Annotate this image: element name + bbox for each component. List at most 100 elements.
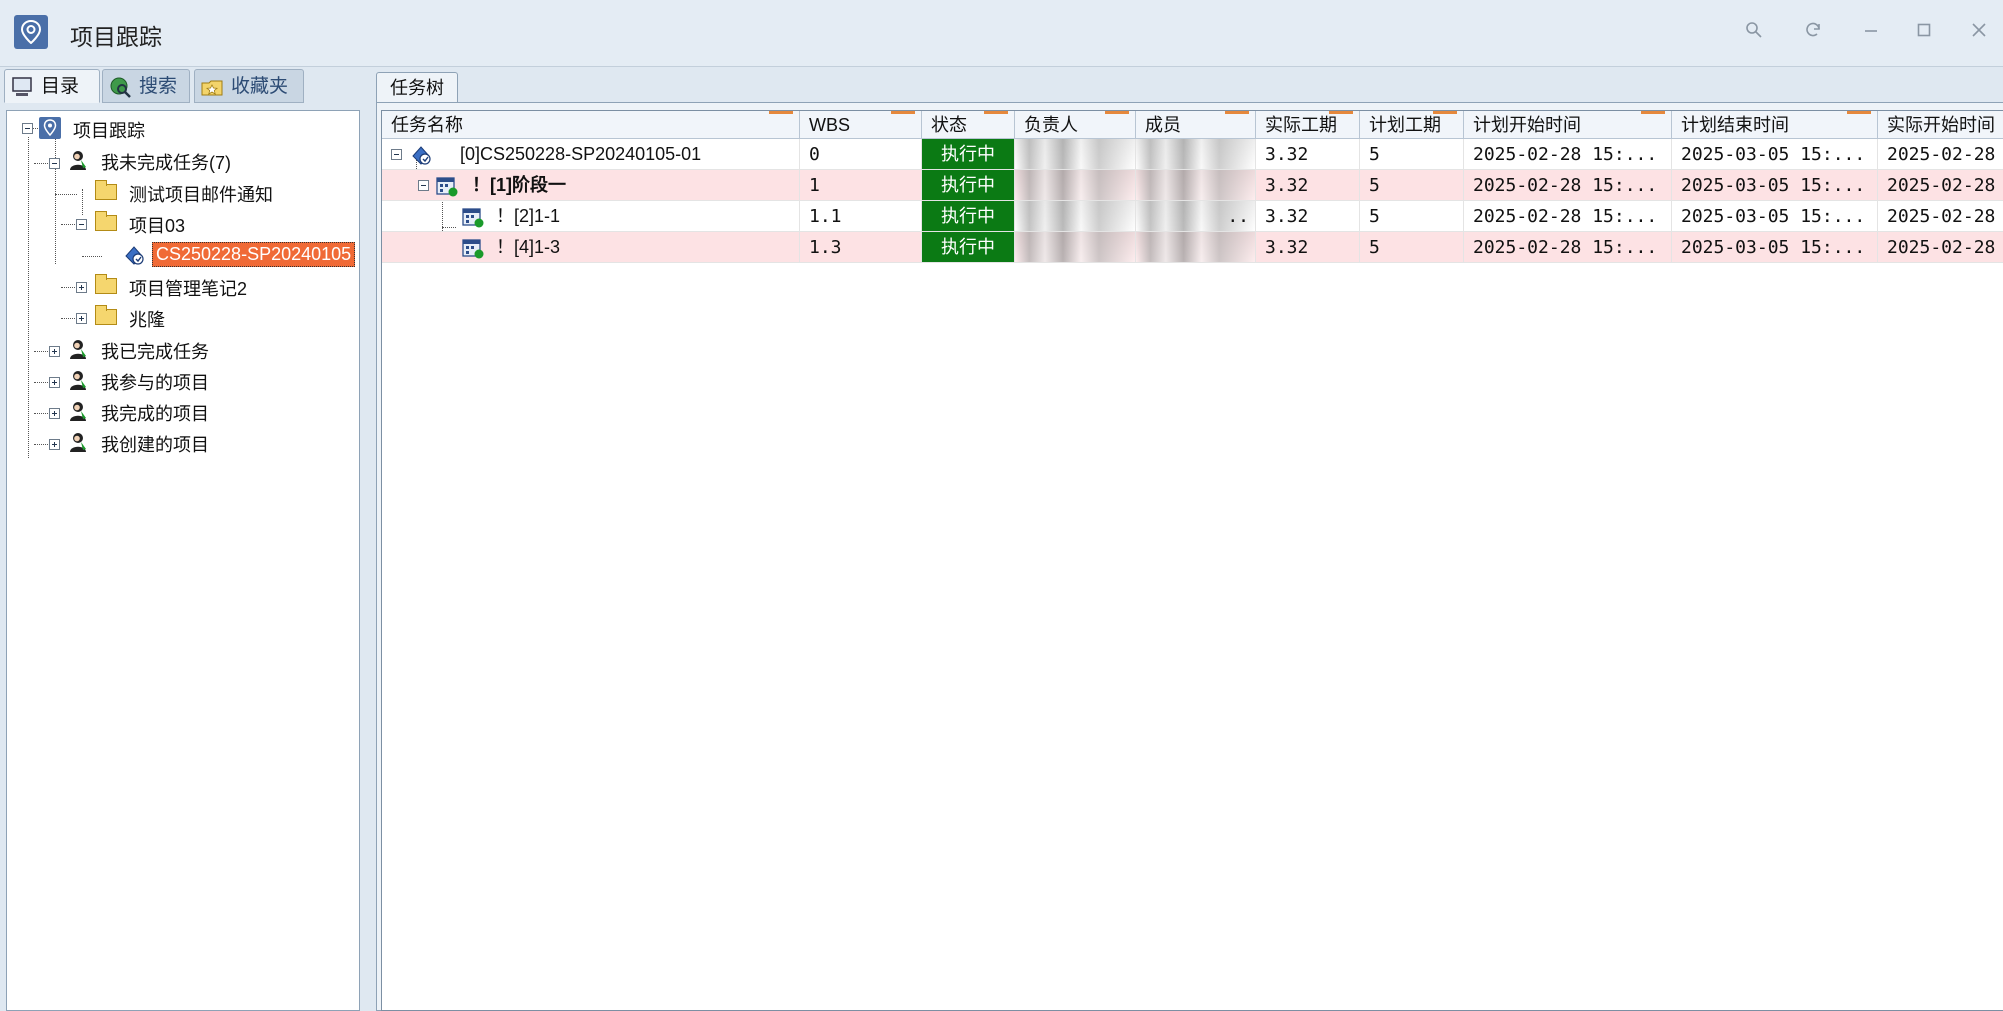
planned-duration-cell: 5 bbox=[1360, 170, 1464, 201]
close-button[interactable] bbox=[1961, 14, 1997, 44]
expand-toggle[interactable] bbox=[49, 439, 60, 450]
tab-directory-label: 目录 bbox=[41, 76, 80, 97]
search-button[interactable] bbox=[1736, 14, 1772, 44]
plan-end-cell: 2025-03-05 15:... bbox=[1672, 232, 1878, 263]
person-icon bbox=[70, 340, 86, 359]
planned-duration-cell: 5 bbox=[1360, 232, 1464, 263]
expand-toggle[interactable] bbox=[76, 313, 87, 324]
plan-start-cell: 2025-02-28 15:... bbox=[1464, 139, 1672, 170]
expand-toggle[interactable] bbox=[49, 346, 60, 357]
members-cell bbox=[1136, 139, 1256, 170]
right-tab-strip: 任务树 bbox=[376, 70, 2003, 103]
expand-toggle[interactable] bbox=[49, 158, 60, 169]
sort-indicator bbox=[1329, 111, 1353, 114]
members-cell bbox=[1136, 232, 1256, 263]
expand-toggle-root[interactable] bbox=[22, 123, 33, 134]
task-name: ！[2]1-1 bbox=[496, 206, 561, 226]
sort-indicator bbox=[984, 111, 1008, 114]
members-cell: .. bbox=[1136, 201, 1256, 232]
minimize-icon bbox=[1865, 30, 1877, 32]
tab-task-tree[interactable]: 任务树 bbox=[376, 72, 458, 103]
tree-node-label: 我参与的项目 bbox=[101, 373, 209, 393]
refresh-button[interactable] bbox=[1795, 14, 1831, 44]
tree-node-label: 项目管理笔记2 bbox=[129, 279, 248, 299]
title-bar: 项目跟踪 bbox=[0, 0, 2003, 67]
column-header-actual-duration[interactable]: 实际工期 bbox=[1256, 111, 1360, 139]
expand-toggle[interactable] bbox=[49, 408, 60, 419]
wbs-cell: 1.1 bbox=[800, 201, 922, 232]
globe-search-icon bbox=[110, 77, 131, 98]
owner-cell bbox=[1015, 232, 1136, 263]
owner-cell bbox=[1015, 139, 1136, 170]
actual-duration-cell: 3.32 bbox=[1256, 201, 1360, 232]
table-row[interactable]: [0]CS250228-SP20240105-01 0 执行中 3.32 5 2… bbox=[382, 139, 2003, 170]
plan-start-cell: 2025-02-28 15:... bbox=[1464, 201, 1672, 232]
search-icon bbox=[1746, 22, 1762, 38]
actual-duration-cell: 3.32 bbox=[1256, 170, 1360, 201]
column-header-status[interactable]: 状态 bbox=[922, 111, 1015, 139]
location-pin-icon bbox=[39, 117, 61, 139]
tab-search[interactable]: 搜索 bbox=[102, 69, 190, 103]
table-row[interactable]: ！[2]1-1 1.1 执行中 .. 3.32 5 2025-02-28 15:… bbox=[382, 201, 2003, 232]
minimize-button[interactable] bbox=[1853, 14, 1889, 44]
wbs-cell: 0 bbox=[800, 139, 922, 170]
column-header-members[interactable]: 成员 bbox=[1136, 111, 1256, 139]
expand-toggle[interactable] bbox=[391, 149, 402, 160]
planned-duration-cell: 5 bbox=[1360, 201, 1464, 232]
task-calendar-icon bbox=[462, 239, 484, 259]
column-header-planned-duration[interactable]: 计划工期 bbox=[1360, 111, 1464, 139]
actual-duration-cell: 3.32 bbox=[1256, 139, 1360, 170]
sort-indicator bbox=[769, 111, 793, 114]
tree-node-label: 我创建的项目 bbox=[101, 435, 209, 455]
tree-node-label: 测试项目邮件通知 bbox=[129, 185, 273, 205]
person-icon bbox=[70, 151, 86, 170]
person-icon bbox=[70, 402, 86, 421]
expand-toggle[interactable] bbox=[49, 377, 60, 388]
table-row[interactable]: ！[1]阶段一 1 执行中 3.32 5 2025-02-28 15:... 2… bbox=[382, 170, 2003, 201]
tree-node-label: 项目03 bbox=[129, 216, 186, 236]
owner-cell bbox=[1015, 201, 1136, 232]
left-tab-strip: 目录 搜索 收藏夹 bbox=[0, 66, 372, 106]
sort-indicator bbox=[1847, 111, 1871, 114]
tab-directory[interactable]: 目录 bbox=[4, 69, 100, 103]
expand-toggle[interactable] bbox=[76, 282, 87, 293]
tree-node-label: 我未完成任务(7) bbox=[101, 153, 231, 173]
actual-start-cell: 2025-02-28 bbox=[1878, 232, 2003, 263]
column-header-task-name[interactable]: 任务名称 bbox=[382, 111, 800, 139]
maximize-icon bbox=[1917, 23, 1931, 37]
person-icon bbox=[70, 433, 86, 452]
sort-indicator bbox=[1105, 111, 1129, 114]
directory-tree-panel: 项目跟踪 我未完成任务(7) 测试项目邮件通知 项目03 CS250228-SP… bbox=[6, 110, 360, 1011]
tree-node-label: CS250228-SP20240105 bbox=[152, 242, 356, 267]
folder-icon bbox=[95, 305, 117, 325]
maximize-button[interactable] bbox=[1906, 14, 1942, 44]
actual-start-cell: 2025-02-28 bbox=[1878, 201, 2003, 232]
plan-start-cell: 2025-02-28 15:... bbox=[1464, 170, 1672, 201]
sort-indicator bbox=[1433, 111, 1457, 114]
project-icon bbox=[412, 146, 431, 165]
status-badge: 执行中 bbox=[922, 201, 1015, 232]
computer-icon bbox=[12, 77, 32, 96]
favorites-folder-icon bbox=[201, 80, 223, 96]
status-badge: 执行中 bbox=[922, 139, 1015, 170]
refresh-icon bbox=[1806, 22, 1820, 37]
expand-toggle[interactable] bbox=[418, 180, 429, 191]
column-header-plan-start[interactable]: 计划开始时间 bbox=[1464, 111, 1672, 139]
owner-cell bbox=[1015, 170, 1136, 201]
column-header-actual-start[interactable]: 实际开始时间 bbox=[1878, 111, 2003, 139]
project-icon bbox=[125, 246, 144, 265]
expand-toggle[interactable] bbox=[76, 219, 87, 230]
table-row[interactable]: ！[4]1-3 1.3 执行中 3.32 5 2025-02-28 15:...… bbox=[382, 232, 2003, 263]
column-header-owner[interactable]: 负责人 bbox=[1015, 111, 1136, 139]
plan-start-cell: 2025-02-28 15:... bbox=[1464, 232, 1672, 263]
wbs-cell: 1 bbox=[800, 170, 922, 201]
column-header-plan-end[interactable]: 计划结束时间 bbox=[1672, 111, 1878, 139]
members-cell bbox=[1136, 170, 1256, 201]
actual-duration-cell: 3.32 bbox=[1256, 232, 1360, 263]
window-title: 项目跟踪 bbox=[70, 24, 162, 50]
column-header-wbs[interactable]: WBS bbox=[800, 111, 922, 139]
task-grid: 任务名称 WBS 状态 负责人 成员 实际工期 计划工期 计划开始时间 计划结束… bbox=[381, 110, 2003, 1011]
tab-favorites[interactable]: 收藏夹 bbox=[194, 69, 304, 103]
tree-node-label: 项目跟踪 bbox=[73, 121, 145, 141]
location-pin-icon bbox=[14, 15, 48, 49]
